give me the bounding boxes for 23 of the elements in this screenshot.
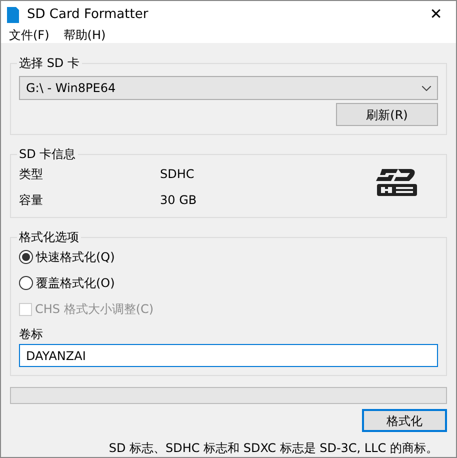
group-title: SD 卡信息 (17, 146, 78, 162)
close-button[interactable]: ✕ (416, 1, 456, 28)
drive-dropdown[interactable]: G:\ - Win8PE64 (19, 76, 438, 100)
info-value: SDHC (160, 166, 194, 183)
info-label: 容量 (19, 192, 44, 209)
window-title: SD Card Formatter (27, 6, 150, 24)
chevron-icon (422, 86, 431, 90)
info-value: 30 GB (160, 192, 197, 209)
menu-item[interactable]: 帮助(H) (63, 28, 106, 43)
trademark-note: SD 标志、SDHC 标志和 SDXC 标志是 SD-3C, LLC 的商标。 (108, 440, 438, 457)
group-title: 选择 SD 卡 (17, 55, 82, 71)
field-label: 卷标 (19, 326, 44, 343)
sd-card-icon (7, 6, 19, 22)
info-label: 类型 (19, 166, 44, 183)
dropdown-value: G:\ - Win8PE64 (26, 80, 116, 97)
refresh-button[interactable]: 刷新(R) (336, 103, 438, 126)
format-button[interactable]: 格式化 (362, 409, 447, 432)
menu-item[interactable]: 文件(F) (9, 28, 50, 43)
group-title: 格式化选项 (17, 229, 81, 245)
sdhc-logo-icon (376, 167, 420, 197)
radio-option[interactable]: 快速格式化(Q) (19, 244, 115, 270)
volume-label-field[interactable]: DAYANZAI (19, 344, 438, 367)
radio-option[interactable]: 覆盖格式化(O) (19, 270, 115, 296)
